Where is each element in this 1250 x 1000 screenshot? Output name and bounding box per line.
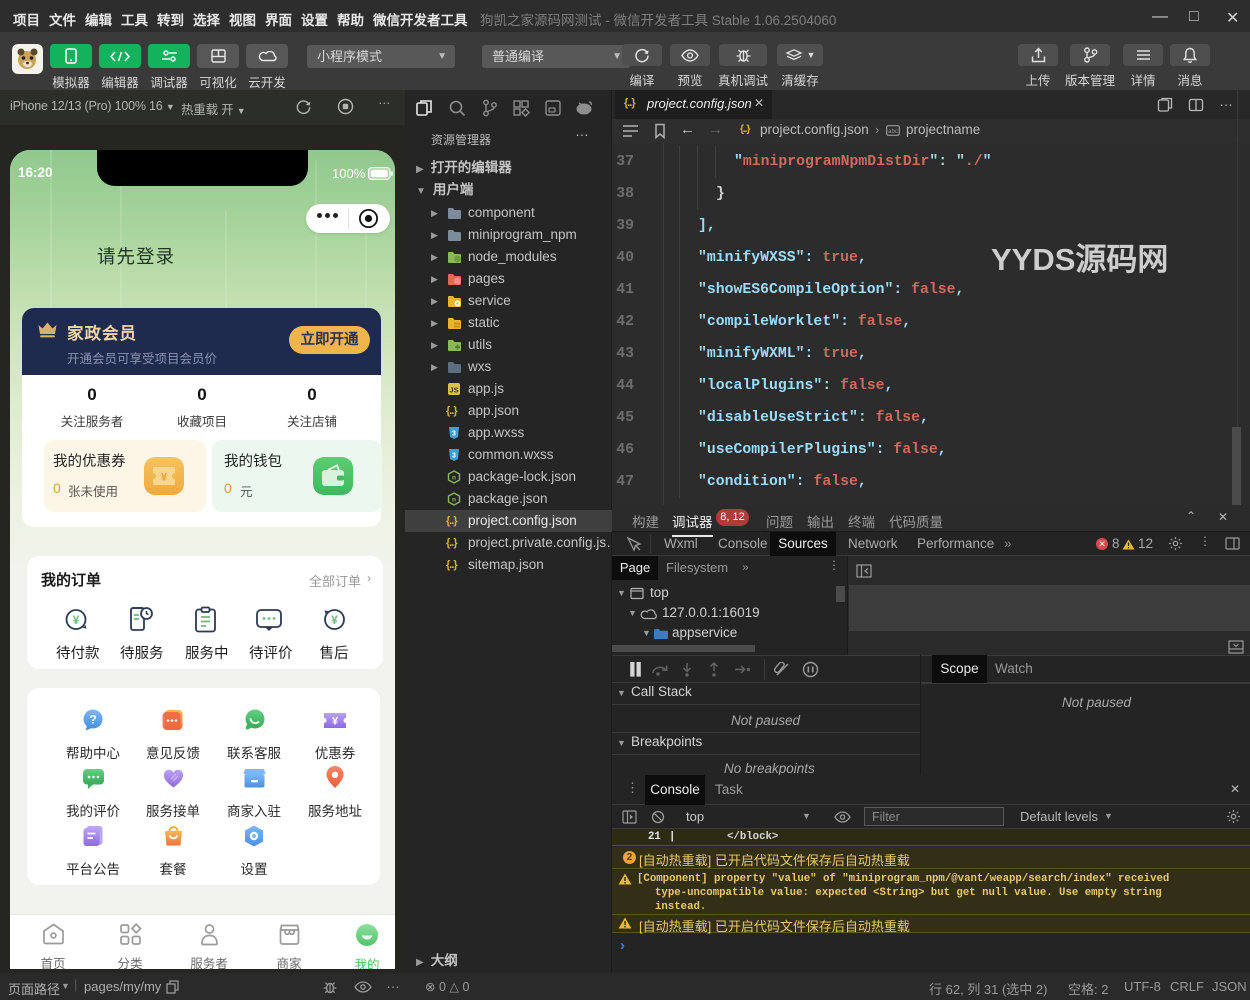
svg-text:¥: ¥: [331, 613, 338, 627]
svg-text:3: 3: [452, 453, 456, 460]
svg-text:¥: ¥: [72, 613, 79, 627]
svg-text:n: n: [452, 475, 456, 482]
svg-text:abc: abc: [888, 129, 898, 135]
svg-text:?: ?: [89, 713, 96, 727]
svg-text:JS: JS: [449, 386, 458, 395]
svg-text:¥: ¥: [161, 472, 168, 484]
svg-text:n: n: [452, 497, 456, 504]
svg-text:¥: ¥: [332, 716, 339, 728]
svg-text:3: 3: [452, 431, 456, 438]
